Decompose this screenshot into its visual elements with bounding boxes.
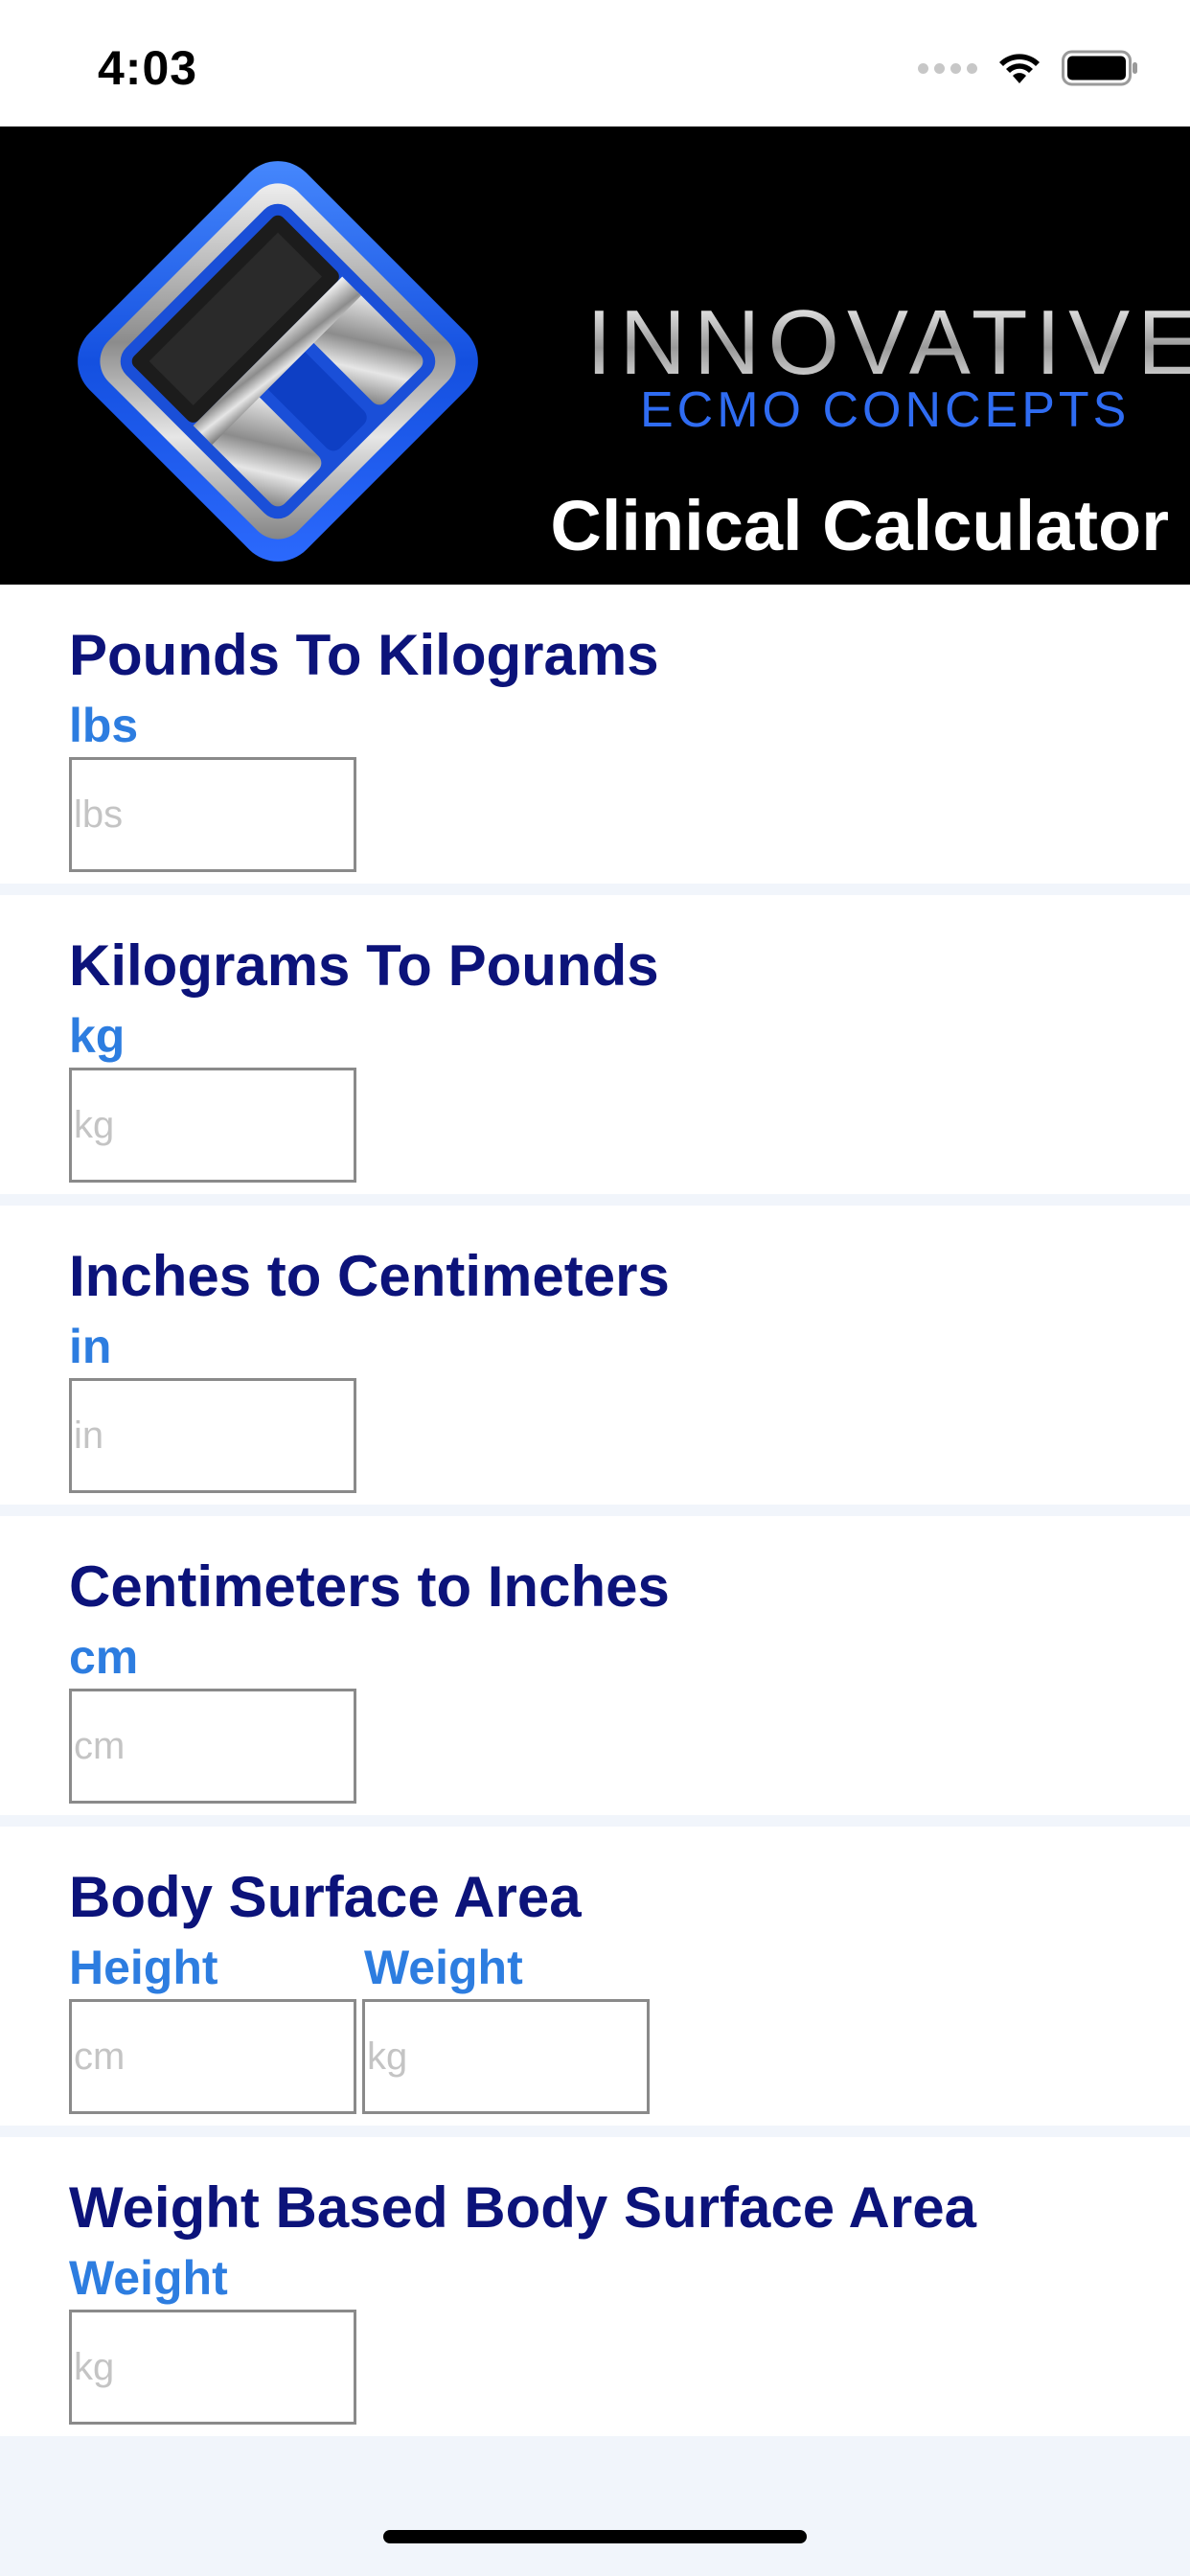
calculator-weight-based-bsa: Weight Based Body Surface Area Weight — [0, 2137, 1190, 2436]
wifi-icon — [999, 54, 1040, 83]
home-indicator[interactable] — [383, 2530, 807, 2543]
weight-input[interactable] — [362, 1999, 650, 2114]
field-label: lbs — [69, 699, 139, 752]
height-input[interactable] — [69, 1999, 356, 2114]
status-icons — [918, 50, 1138, 86]
weight-input[interactable] — [69, 2310, 356, 2425]
card-title: Kilograms To Pounds — [69, 933, 659, 998]
calculator-pounds-to-kilograms: Pounds To Kilograms lbs — [0, 585, 1190, 884]
status-bar: 4:03 — [0, 0, 1190, 126]
ice-logo-icon — [78, 161, 478, 562]
field-label: kg — [69, 1009, 126, 1063]
app-title: Clinical Calculator — [550, 486, 1169, 565]
card-title: Inches to Centimeters — [69, 1244, 670, 1308]
card-title: Centimeters to Inches — [69, 1554, 670, 1619]
status-time: 4:03 — [98, 41, 198, 95]
card-title: Pounds To Kilograms — [69, 623, 659, 687]
calculator-body-surface-area: Body Surface Area Height Weight — [0, 1827, 1190, 2126]
lbs-input[interactable] — [69, 757, 356, 872]
weight-label: Weight — [364, 1941, 523, 1994]
field-label: in — [69, 1320, 112, 1373]
card-title: Body Surface Area — [69, 1865, 582, 1929]
card-title: Weight Based Body Surface Area — [69, 2175, 976, 2240]
brand-subtitle: ECMO CONCEPTS — [640, 382, 1131, 438]
inches-input[interactable] — [69, 1378, 356, 1493]
kg-input[interactable] — [69, 1068, 356, 1183]
brand-name: INNOVATIVE — [586, 297, 1190, 389]
field-label: cm — [69, 1630, 139, 1684]
weight-label: Weight — [69, 2251, 228, 2305]
header-banner: INNOVATIVE ECMO CONCEPTS Clinical Calcul… — [0, 126, 1190, 585]
screen: 4:03 INNOVATIVE ECMO CONCEPTS Clinical C… — [0, 0, 1190, 2576]
centimeters-input[interactable] — [69, 1689, 356, 1804]
calculator-centimeters-to-inches: Centimeters to Inches cm — [0, 1516, 1190, 1815]
calculator-inches-to-centimeters: Inches to Centimeters in — [0, 1206, 1190, 1505]
battery-icon — [1062, 50, 1137, 86]
signal-icon — [918, 62, 977, 74]
height-label: Height — [69, 1941, 218, 1994]
calculator-kilograms-to-pounds: Kilograms To Pounds kg — [0, 895, 1190, 1194]
